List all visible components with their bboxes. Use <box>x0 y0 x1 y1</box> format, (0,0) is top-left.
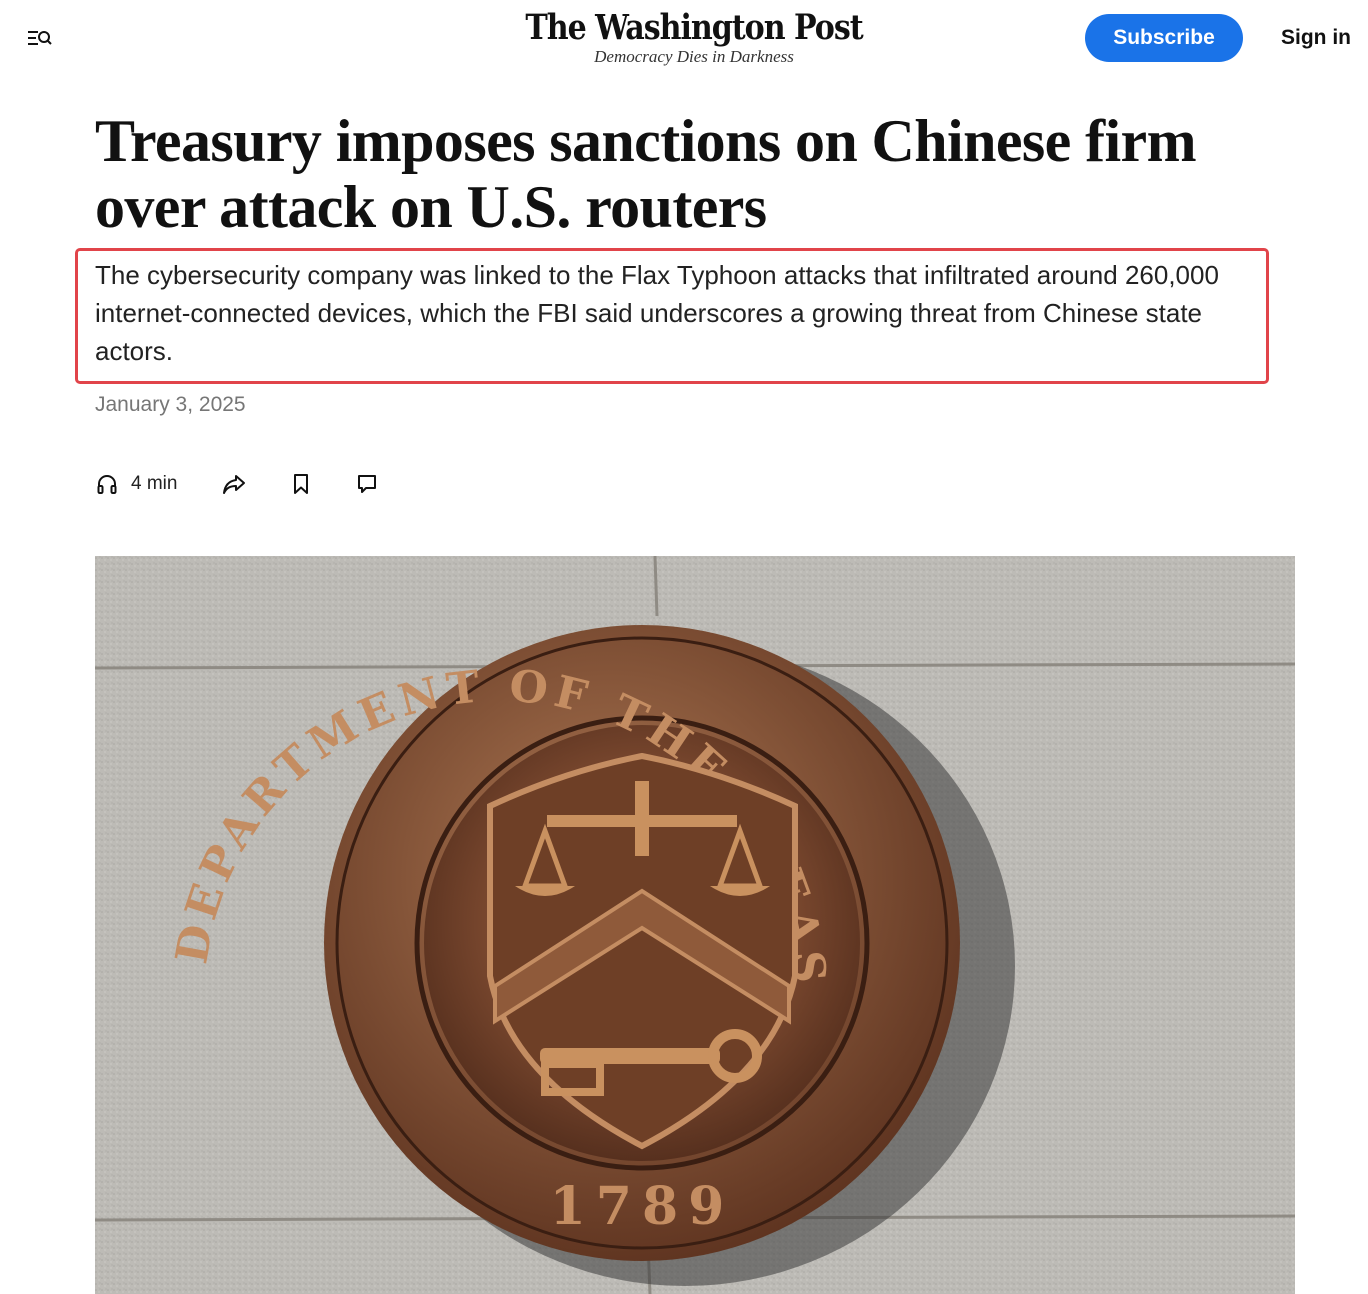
masthead[interactable]: The Washington Post Democracy Dies in Da… <box>484 6 904 66</box>
listen-button[interactable]: 4 min <box>95 466 177 502</box>
menu-search-button[interactable] <box>24 26 54 52</box>
listen-duration: 4 min <box>131 473 178 494</box>
bookmark-icon <box>294 474 308 494</box>
publish-date: January 3, 2025 <box>95 393 246 416</box>
subscribe-button[interactable]: Subscribe <box>1085 14 1243 62</box>
article-headline: Treasury imposes sanctions on Chinese fi… <box>95 108 1197 240</box>
lead-image: THE DEPARTMENT OF THE TREASURY 1789 <box>95 556 1295 1294</box>
article-toolbar: 4 min <box>95 466 415 502</box>
share-button[interactable] <box>221 466 247 502</box>
site-logo[interactable]: The Washington Post <box>513 6 874 50</box>
headphones-icon <box>97 475 117 494</box>
share-icon <box>223 475 245 494</box>
bookmark-button[interactable] <box>289 466 313 502</box>
article-subheadline: The cybersecurity company was linked to … <box>95 260 1219 366</box>
sign-in-link[interactable]: Sign in <box>1268 22 1364 54</box>
comment-icon <box>358 475 376 493</box>
menu-search-icon <box>28 31 52 45</box>
comment-button[interactable] <box>355 466 379 502</box>
seal-year-text: 1789 <box>550 1176 735 1237</box>
top-navigation-bar: The Washington Post Democracy Dies in Da… <box>0 0 1368 80</box>
site-tagline: Democracy Dies in Darkness <box>594 47 794 66</box>
